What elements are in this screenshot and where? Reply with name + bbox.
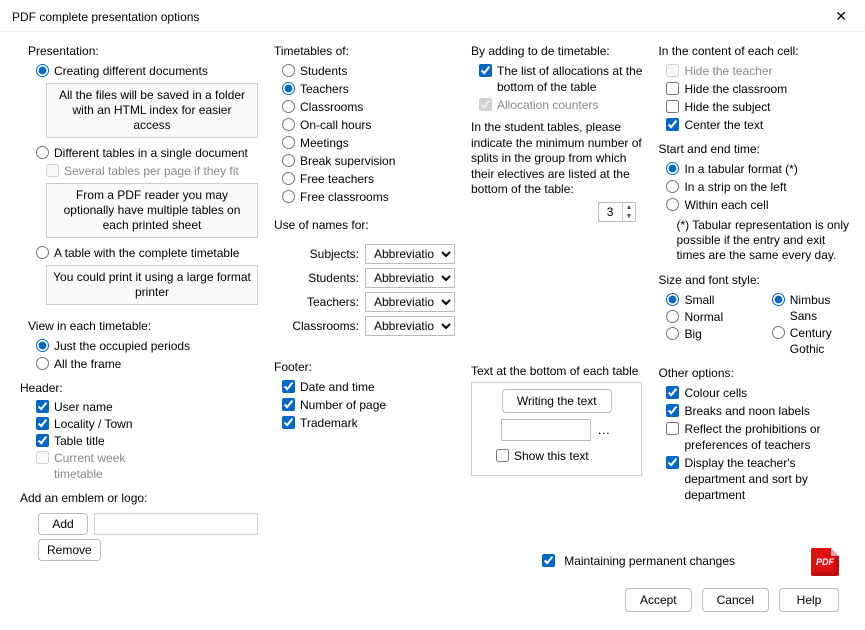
radio-tabular[interactable]: In a tabular format (*) bbox=[666, 161, 849, 177]
select-students[interactable]: Abbreviation bbox=[365, 268, 455, 288]
check-trademark[interactable]: Trademark bbox=[282, 415, 455, 431]
select-subjects[interactable]: Abbreviation bbox=[365, 244, 455, 264]
splits-spinner[interactable]: 3 ▲ ▼ bbox=[598, 202, 637, 222]
radio-all-frame[interactable]: All the frame bbox=[36, 356, 258, 372]
size-title: Size and font style: bbox=[658, 273, 849, 287]
radio-meetings[interactable]: Meetings bbox=[282, 135, 455, 151]
window-title: PDF complete presentation options bbox=[12, 10, 199, 24]
writing-text-button[interactable]: Writing the text bbox=[502, 389, 612, 413]
radio-century[interactable]: Century Gothic bbox=[772, 325, 849, 357]
pdf-icon: PDF bbox=[811, 548, 839, 576]
check-hide-subject[interactable]: Hide the subject bbox=[666, 99, 849, 115]
check-allocations-bottom[interactable]: The list of allocations at the bottom of… bbox=[479, 63, 642, 95]
bottom-text-input[interactable] bbox=[501, 419, 591, 441]
splits-note: In the student tables, please indicate t… bbox=[471, 120, 642, 198]
emblem-title: Add an emblem or logo: bbox=[20, 491, 258, 505]
label-subjects: Subjects: bbox=[310, 247, 359, 261]
radio-creating-documents[interactable]: Creating different documents bbox=[36, 63, 258, 79]
radio-complete-timetable[interactable]: A table with the complete timetable bbox=[36, 245, 258, 261]
check-display-department[interactable]: Display the teacher's department and sor… bbox=[666, 455, 849, 503]
names-title: Use of names for: bbox=[274, 218, 455, 232]
check-several-per-page[interactable]: Several tables per page if they fit bbox=[46, 163, 258, 179]
accept-button[interactable]: Accept bbox=[625, 588, 692, 612]
select-classrooms[interactable]: Abbreviation bbox=[365, 316, 455, 336]
presentation-title: Presentation: bbox=[28, 44, 258, 58]
bottom-text-title: Text at the bottom of each table bbox=[471, 364, 642, 378]
info-complete-timetable: You could print it using a large format … bbox=[46, 265, 258, 305]
check-reflect-prohibitions[interactable]: Reflect the prohibitions or preferences … bbox=[666, 421, 849, 453]
view-title: View in each timetable: bbox=[28, 319, 258, 333]
ellipsis-icon[interactable]: … bbox=[595, 422, 612, 437]
other-title: Other options: bbox=[658, 366, 849, 380]
check-breaks-noon[interactable]: Breaks and noon labels bbox=[666, 403, 849, 419]
time-title: Start and end time: bbox=[658, 142, 849, 156]
radio-classrooms[interactable]: Classrooms bbox=[282, 99, 455, 115]
label-teachers: Teachers: bbox=[307, 295, 359, 309]
radio-single-document[interactable]: Different tables in a single document bbox=[36, 145, 258, 161]
splits-value: 3 bbox=[599, 203, 623, 221]
radio-oncall[interactable]: On-call hours bbox=[282, 117, 455, 133]
spin-up-icon[interactable]: ▲ bbox=[623, 203, 636, 212]
check-maintain-changes[interactable]: Maintaining permanent changes bbox=[538, 551, 735, 570]
radio-nimbus[interactable]: Nimbus Sans bbox=[772, 292, 849, 324]
check-allocation-counters[interactable]: Allocation counters bbox=[479, 97, 642, 113]
radio-occupied-periods[interactable]: Just the occupied periods bbox=[36, 338, 258, 354]
label-classrooms: Classrooms: bbox=[292, 319, 359, 333]
add-button[interactable]: Add bbox=[38, 513, 88, 535]
spin-down-icon[interactable]: ▼ bbox=[623, 212, 636, 221]
header-title: Header: bbox=[20, 381, 143, 395]
info-creating-documents: All the files will be saved in a folder … bbox=[46, 83, 258, 138]
radio-students[interactable]: Students bbox=[282, 63, 455, 79]
help-button[interactable]: Help bbox=[779, 588, 839, 612]
radio-within-cell[interactable]: Within each cell bbox=[666, 197, 849, 213]
select-teachers[interactable]: Abbreviation bbox=[365, 292, 455, 312]
check-date-time[interactable]: Date and time bbox=[282, 379, 455, 395]
cancel-button[interactable]: Cancel bbox=[702, 588, 769, 612]
time-footnote: (*) Tabular representation is only possi… bbox=[676, 218, 849, 263]
check-user-name[interactable]: User name bbox=[36, 399, 143, 415]
check-hide-teacher[interactable]: Hide the teacher bbox=[666, 63, 849, 79]
cell-content-title: In the content of each cell: bbox=[658, 44, 849, 58]
radio-strip-left[interactable]: In a strip on the left bbox=[666, 179, 849, 195]
radio-teachers[interactable]: Teachers bbox=[282, 81, 455, 97]
radio-free-classrooms[interactable]: Free classrooms bbox=[282, 189, 455, 205]
check-current-week[interactable]: Current week timetable bbox=[36, 450, 143, 482]
titlebar: PDF complete presentation options ✕ bbox=[0, 0, 865, 32]
check-page-number[interactable]: Number of page bbox=[282, 397, 455, 413]
timetables-title: Timetables of: bbox=[274, 44, 455, 58]
check-center-text[interactable]: Center the text bbox=[666, 117, 849, 133]
check-hide-classroom[interactable]: Hide the classroom bbox=[666, 81, 849, 97]
remove-button[interactable]: Remove bbox=[38, 539, 101, 561]
radio-small[interactable]: Small bbox=[666, 292, 743, 308]
check-locality[interactable]: Locality / Town bbox=[36, 416, 143, 432]
adding-title: By adding to de timetable: bbox=[471, 44, 642, 58]
radio-big[interactable]: Big bbox=[666, 326, 743, 342]
radio-normal[interactable]: Normal bbox=[666, 309, 743, 325]
emblem-path-field[interactable] bbox=[94, 513, 258, 535]
radio-break-supervision[interactable]: Break supervision bbox=[282, 153, 455, 169]
radio-free-teachers[interactable]: Free teachers bbox=[282, 171, 455, 187]
check-colour-cells[interactable]: Colour cells bbox=[666, 385, 849, 401]
close-icon[interactable]: ✕ bbox=[829, 6, 853, 27]
info-single-document: From a PDF reader you may optionally hav… bbox=[46, 183, 258, 238]
check-show-text[interactable]: Show this text bbox=[496, 448, 635, 464]
bottom-text-panel: Writing the text … Show this text bbox=[471, 382, 642, 476]
label-students: Students: bbox=[308, 271, 359, 285]
check-table-title[interactable]: Table title bbox=[36, 433, 143, 449]
footer-title: Footer: bbox=[274, 360, 455, 374]
